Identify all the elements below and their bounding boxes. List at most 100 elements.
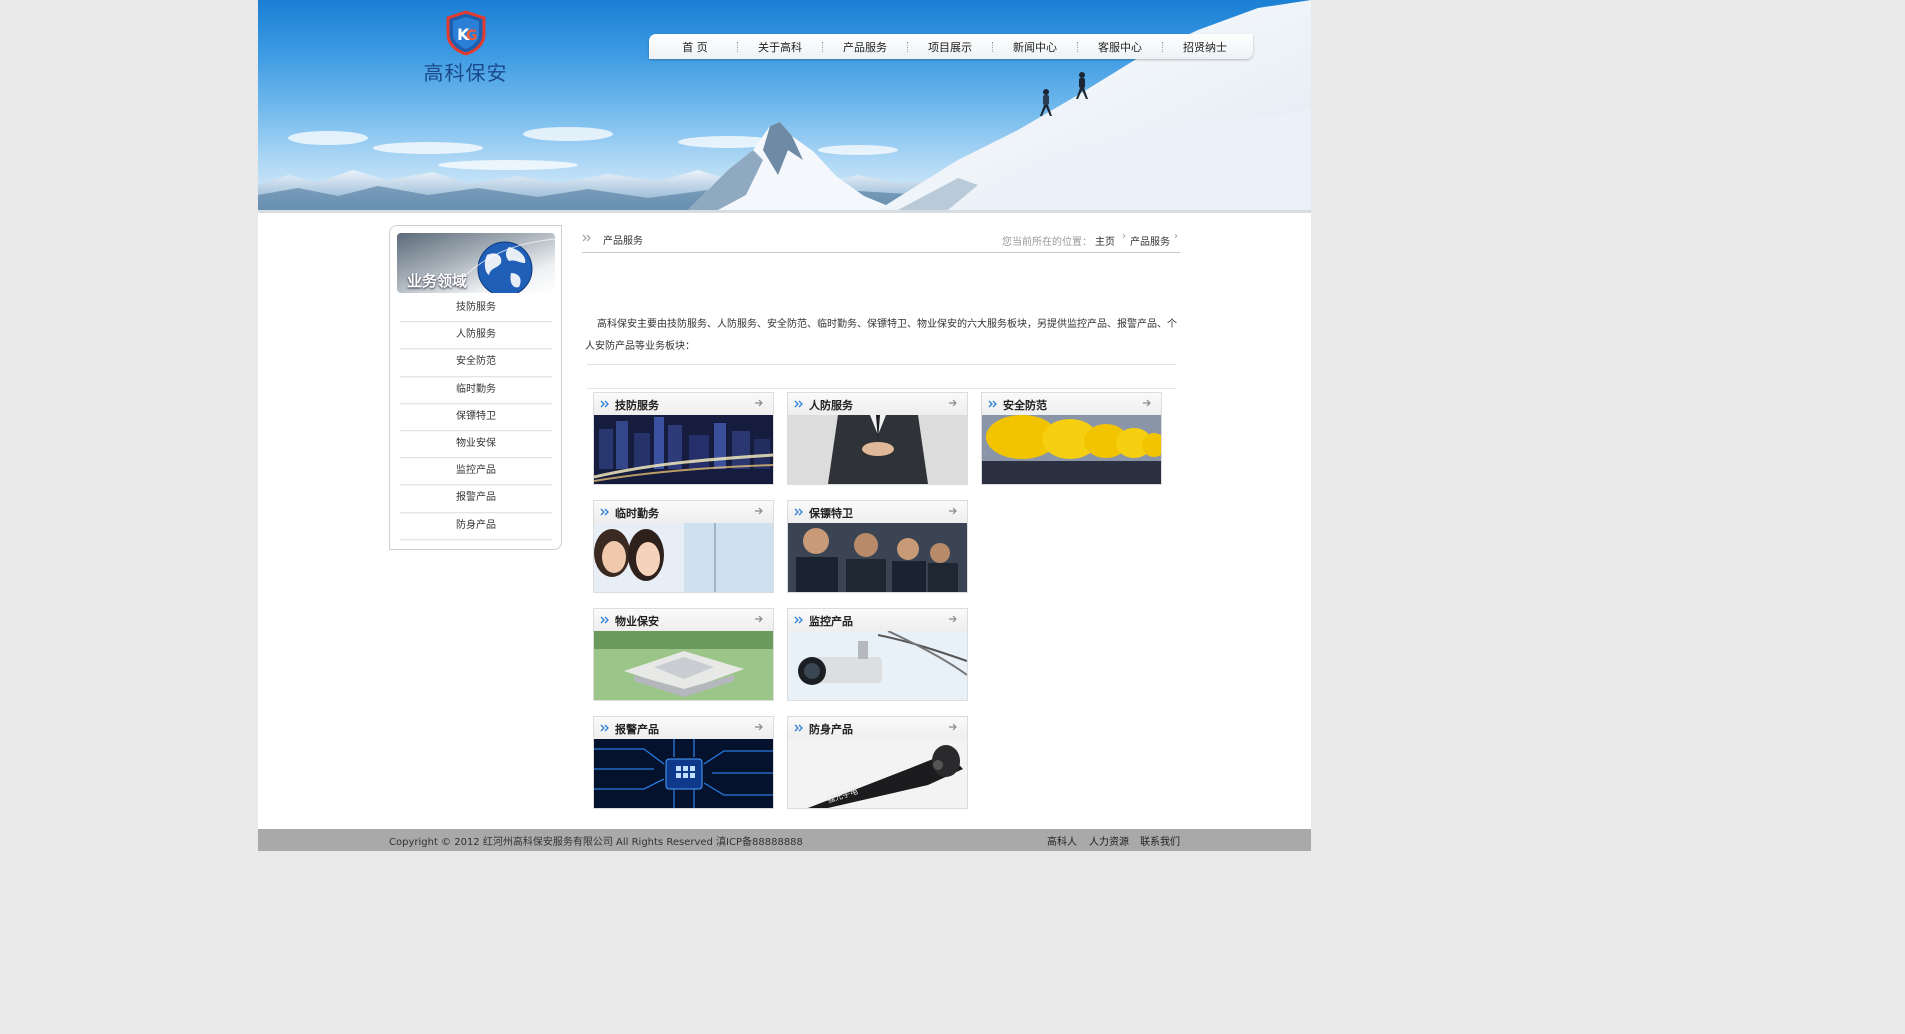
card-title: 防身产品 xyxy=(809,723,853,736)
tactical-flashlight-image: 强光手电 xyxy=(788,739,967,808)
sidebar-item-property-security[interactable]: 物业安保 xyxy=(400,431,552,459)
double-chevron-right-icon xyxy=(600,400,609,408)
sidebar-item-guard-service[interactable]: 人防服务 xyxy=(400,322,552,350)
nav-item-about[interactable]: 关于高科 xyxy=(738,39,822,55)
service-card-guard-service[interactable]: 人防服务 xyxy=(787,392,968,485)
nav-item-home[interactable]: 首 页 xyxy=(653,39,737,55)
banner-divider xyxy=(258,210,1311,213)
footer: Copyright © 2012 红河州高科保安服务有限公司 All Right… xyxy=(258,829,1311,851)
double-chevron-right-icon xyxy=(988,400,997,408)
card-header: 技防服务 xyxy=(594,393,773,415)
svg-text:G: G xyxy=(466,28,478,44)
card-title: 保镖特卫 xyxy=(809,507,853,520)
smiling-women-office-image xyxy=(594,523,773,592)
arrow-right-icon[interactable] xyxy=(754,506,764,516)
card-title: 临时勤务 xyxy=(615,507,659,520)
main-nav: 首 页 关于高科 产品服务 项目展示 新闻中心 客服中心 招贤纳士 xyxy=(649,34,1253,59)
sidebar-menu: 技防服务 人防服务 安全防范 临时勤务 保镖特卫 物业安保 监控产品 报警产品 … xyxy=(400,295,552,540)
chevron-right-icon: › xyxy=(1174,231,1178,242)
nav-item-news[interactable]: 新闻中心 xyxy=(993,39,1077,55)
double-chevron-right-icon xyxy=(582,234,591,242)
copyright-text: Copyright © 2012 红河州高科保安服务有限公司 All Right… xyxy=(389,837,803,848)
double-chevron-right-icon xyxy=(794,400,803,408)
sidebar-item-self-defense-products[interactable]: 防身产品 xyxy=(400,513,552,540)
arrow-right-icon[interactable] xyxy=(948,506,958,516)
double-chevron-right-icon xyxy=(600,616,609,624)
cctv-camera-image xyxy=(788,631,967,700)
breadcrumb-current-link[interactable]: 产品服务 xyxy=(1130,233,1170,248)
service-card-temporary-duty[interactable]: 临时勤务 xyxy=(593,500,774,593)
breadcrumb-bar: 产品服务 您当前所在的位置： 主页 › 产品服务 › xyxy=(582,226,1180,253)
uniformed-guards-team-image xyxy=(788,523,967,592)
card-header: 安全防范 xyxy=(982,393,1161,415)
sidebar-item-security-prevention[interactable]: 安全防范 xyxy=(400,349,552,377)
card-title: 安全防范 xyxy=(1003,399,1047,412)
chevron-right-icon: › xyxy=(1122,231,1126,242)
sidebar-item-temporary-duty[interactable]: 临时勤务 xyxy=(400,377,552,404)
sidebar: 业务领域 技防服务 人防服务 安全防范 临时勤务 保镖特卫 物业安保 监控产品 … xyxy=(389,225,562,550)
sidebar-item-bodyguard[interactable]: 保镖特卫 xyxy=(400,404,552,431)
card-header: 临时勤务 xyxy=(594,501,773,523)
mountain-scene-image xyxy=(258,0,1311,210)
site-logo[interactable]: K G 高科保安 xyxy=(418,10,513,85)
page-title: 产品服务 xyxy=(603,236,643,247)
arrow-right-icon[interactable] xyxy=(754,614,764,624)
footer-link-hr[interactable]: 人力资源 xyxy=(1089,833,1129,848)
service-card-tech-defense[interactable]: 技防服务 xyxy=(593,392,774,485)
nav-item-products[interactable]: 产品服务 xyxy=(823,39,907,55)
suited-guard-hands-image xyxy=(788,415,967,484)
card-header: 报警产品 xyxy=(594,717,773,739)
divider xyxy=(587,364,1176,365)
service-card-property-security[interactable]: 物业保安 xyxy=(593,608,774,701)
double-chevron-right-icon xyxy=(794,616,803,624)
card-title: 技防服务 xyxy=(615,399,659,412)
double-chevron-right-icon xyxy=(794,508,803,516)
arrow-right-icon[interactable] xyxy=(1142,398,1152,408)
card-header: 人防服务 xyxy=(788,393,967,415)
arrow-right-icon[interactable] xyxy=(948,398,958,408)
card-header: 物业保安 xyxy=(594,609,773,631)
sidebar-item-tech-defense[interactable]: 技防服务 xyxy=(400,295,552,323)
header-banner: K G 高科保安 首 页 关于高科 产品服务 项目展示 新闻中心 客服中心 招贤… xyxy=(258,0,1311,210)
double-chevron-right-icon xyxy=(600,508,609,516)
arrow-right-icon[interactable] xyxy=(754,722,764,732)
location-label: 您当前所在的位置： xyxy=(1002,237,1092,248)
card-title: 物业保安 xyxy=(615,615,659,628)
double-chevron-right-icon xyxy=(600,724,609,732)
card-title: 人防服务 xyxy=(809,399,853,412)
service-card-self-defense-products[interactable]: 防身产品 强光手电 xyxy=(787,716,968,809)
divider xyxy=(587,388,1176,389)
circuit-board-chip-image xyxy=(594,739,773,808)
card-title: 报警产品 xyxy=(615,723,659,736)
double-chevron-right-icon xyxy=(794,724,803,732)
card-title: 监控产品 xyxy=(809,615,853,628)
footer-link-contact[interactable]: 联系我们 xyxy=(1140,833,1180,848)
sidebar-item-alarm-products[interactable]: 报警产品 xyxy=(400,485,552,513)
main-content: 产品服务 您当前所在的位置： 主页 › 产品服务 › 高科保安主要由技防服务、人… xyxy=(582,226,1180,809)
sidebar-header: 业务领域 xyxy=(397,233,555,293)
nav-item-projects[interactable]: 项目展示 xyxy=(908,39,992,55)
breadcrumb-home-link[interactable]: 主页 xyxy=(1095,233,1115,248)
shield-logo-icon: K G xyxy=(446,10,485,56)
sidebar-title: 业务领域 xyxy=(407,272,468,290)
yellow-helmets-row-image xyxy=(982,415,1161,484)
arrow-right-icon[interactable] xyxy=(948,722,958,732)
sidebar-item-monitoring-products[interactable]: 监控产品 xyxy=(400,458,552,486)
nav-item-service[interactable]: 客服中心 xyxy=(1078,39,1162,55)
arrow-right-icon[interactable] xyxy=(948,614,958,624)
service-card-monitoring-products[interactable]: 监控产品 xyxy=(787,608,968,701)
city-night-skyline-image xyxy=(594,415,773,484)
card-header: 防身产品 xyxy=(788,717,967,739)
card-header: 监控产品 xyxy=(788,609,967,631)
nav-item-careers[interactable]: 招贤纳士 xyxy=(1163,39,1247,55)
footer-link-people[interactable]: 高科人 xyxy=(1047,833,1077,848)
page: K G 高科保安 首 页 关于高科 产品服务 项目展示 新闻中心 客服中心 招贤… xyxy=(258,0,1311,851)
card-header: 保镖特卫 xyxy=(788,501,967,523)
service-card-bodyguard[interactable]: 保镖特卫 xyxy=(787,500,968,593)
arrow-right-icon[interactable] xyxy=(754,398,764,408)
service-card-alarm-products[interactable]: 报警产品 xyxy=(593,716,774,809)
intro-text: 高科保安主要由技防服务、人防服务、安全防范、临时勤务、保镖特卫、物业保安的六大服… xyxy=(585,319,1177,352)
logo-text: 高科保安 xyxy=(423,61,508,85)
building-complex-aerial-image xyxy=(594,631,773,700)
service-card-security-prevention[interactable]: 安全防范 xyxy=(981,392,1162,485)
